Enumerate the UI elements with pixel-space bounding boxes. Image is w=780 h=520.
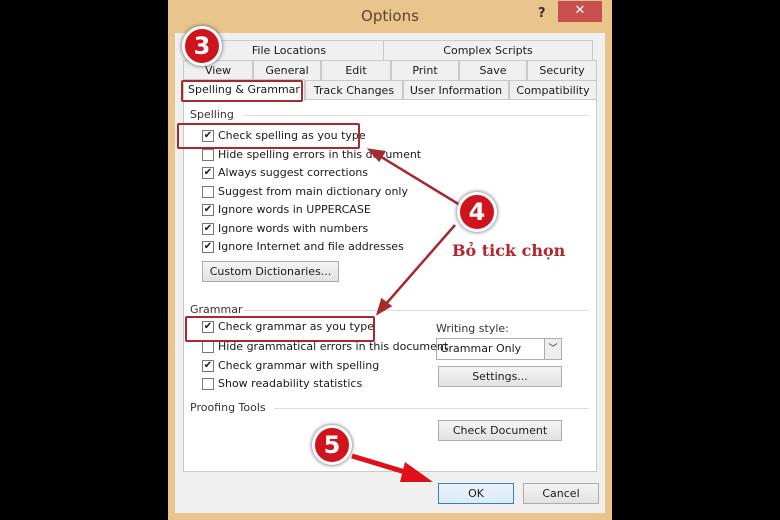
instruction-note: Bỏ tick chọn [452,241,566,260]
arrow-to-grammar [384,224,456,306]
highlight-check-spelling [177,123,360,149]
arrow-to-ok [351,453,433,482]
annotation-arrows [351,148,461,482]
highlight-check-grammar [185,316,375,342]
arrow-to-spelling [377,153,461,207]
highlight-spelling-tab [181,80,303,102]
step-4-badge: 4 [457,192,497,232]
step-5-badge: 5 [312,425,352,465]
step-3-badge: 3 [182,26,222,66]
